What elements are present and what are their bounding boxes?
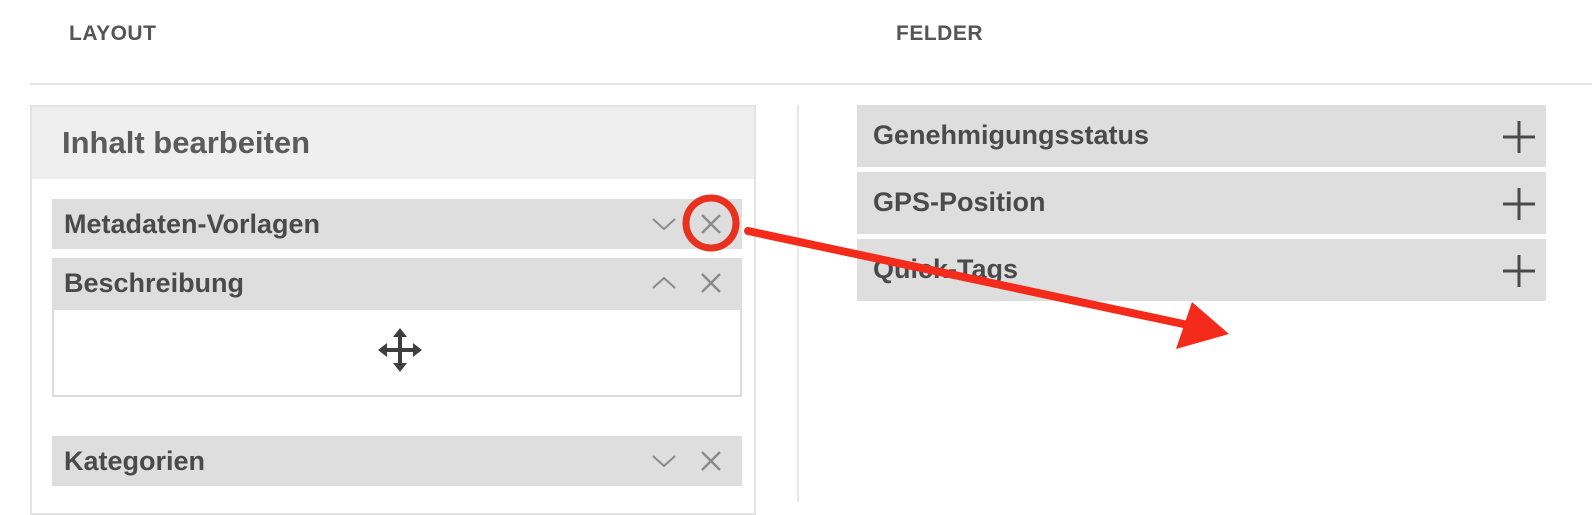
field-item-quick-tags[interactable]: Quick-Tags xyxy=(857,239,1546,301)
chevron-down-icon[interactable] xyxy=(648,208,680,240)
layout-panel-header: Inhalt bearbeiten xyxy=(32,107,754,179)
layout-panel-title: Inhalt bearbeiten xyxy=(62,125,311,160)
header-divider xyxy=(30,83,1592,85)
field-label: Genehmigungsstatus xyxy=(873,120,1150,150)
close-icon[interactable] xyxy=(695,267,727,299)
close-icon[interactable] xyxy=(695,208,727,240)
chevron-up-icon[interactable] xyxy=(648,267,680,299)
field-label: Quick-Tags xyxy=(873,254,1019,284)
section-label: Metadaten-Vorlagen xyxy=(64,209,321,239)
plus-icon[interactable] xyxy=(1500,252,1538,290)
field-item-gps-position[interactable]: GPS-Position xyxy=(857,172,1546,234)
move-icon[interactable] xyxy=(378,328,422,372)
layout-section-beschreibung[interactable]: Beschreibung xyxy=(52,258,742,308)
field-label: GPS-Position xyxy=(873,187,1046,217)
layout-panel: Inhalt bearbeiten Metadaten-Vorlagen Bes… xyxy=(30,105,756,515)
section-label: Kategorien xyxy=(64,446,206,476)
column-divider xyxy=(797,105,799,502)
field-item-genehmigungsstatus[interactable]: Genehmigungsstatus xyxy=(857,105,1546,167)
layout-section-kategorien[interactable]: Kategorien xyxy=(52,436,742,486)
close-icon[interactable] xyxy=(695,445,727,477)
chevron-down-icon[interactable] xyxy=(648,445,680,477)
layout-section-metadaten-vorlagen[interactable]: Metadaten-Vorlagen xyxy=(52,199,742,249)
fields-column-header: FELDER xyxy=(896,22,983,45)
plus-icon[interactable] xyxy=(1500,118,1538,156)
section-body-beschreibung xyxy=(52,308,742,397)
plus-icon[interactable] xyxy=(1500,185,1538,223)
annotation-arrow-head xyxy=(1176,302,1229,349)
layout-column-header: LAYOUT xyxy=(69,22,157,45)
section-label: Beschreibung xyxy=(64,268,245,298)
